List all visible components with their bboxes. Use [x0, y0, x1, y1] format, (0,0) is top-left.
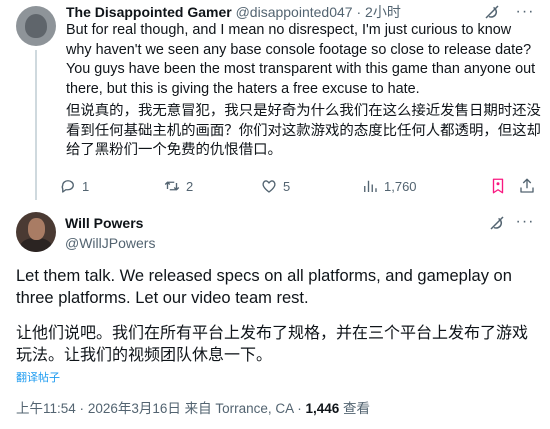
- author-name[interactable]: Will Powers: [65, 214, 143, 232]
- reply-count: 1: [82, 178, 90, 194]
- views-count: 1,446: [305, 401, 340, 416]
- heart-icon: [262, 180, 276, 193]
- tweet-source: 来自 Torrance, CA: [184, 401, 294, 416]
- translate-post-link[interactable]: 翻译帖子: [16, 371, 60, 385]
- tweet-date[interactable]: 2026年3月16日: [88, 401, 181, 416]
- author-handle[interactable]: @disappointed047: [236, 4, 353, 20]
- like-count: 5: [283, 178, 291, 194]
- tweet-text: Let them talk. We released specs on all …: [16, 267, 512, 307]
- reply-button[interactable]: 1: [59, 176, 89, 196]
- reply-icon: [61, 180, 74, 193]
- grok-icon[interactable]: [488, 214, 506, 232]
- share-icon: [520, 178, 534, 193]
- avatar[interactable]: [16, 212, 56, 252]
- bookmark-button[interactable]: [489, 176, 507, 196]
- like-button[interactable]: 5: [260, 176, 290, 196]
- reply-actions: 1 2 5 1,760: [59, 176, 539, 196]
- separator: ·: [356, 4, 362, 20]
- reply-translation: 但说真的，我无意冒犯，我只是好奇为什么我们在这么接近发售日期时还没看到任何基础主…: [66, 103, 541, 158]
- repost-button[interactable]: 2: [163, 176, 193, 196]
- author-name[interactable]: The Disappointed Gamer: [66, 4, 232, 20]
- tweet-time[interactable]: 上午11:54: [16, 401, 76, 416]
- separator: ·: [297, 401, 302, 416]
- views-button[interactable]: 1,760: [361, 176, 417, 196]
- bookmark-icon: [492, 178, 504, 194]
- views-count: 1,760: [384, 178, 417, 194]
- thread-line: [35, 50, 37, 200]
- repost-count: 2: [186, 178, 194, 194]
- tweet-translation: 让他们说吧。我们在所有平台上发布了规格，并在三个平台上发布了游戏玩法。让我们的视…: [16, 325, 529, 364]
- analytics-icon: [364, 180, 377, 192]
- tweet-thread: The Disappointed Gamer @disappointed047 …: [0, 0, 550, 429]
- reply-text: But for real though, and I mean no disre…: [66, 22, 536, 97]
- grok-icon[interactable]: [483, 3, 501, 21]
- timestamp[interactable]: 2小时: [365, 4, 401, 20]
- share-button[interactable]: [518, 176, 536, 196]
- tweet-meta: 上午11:54 · 2026年3月16日 来自 Torrance, CA · 1…: [16, 400, 370, 418]
- reply-header: The Disappointed Gamer @disappointed047 …: [66, 3, 401, 21]
- repost-icon: [164, 181, 180, 191]
- avatar[interactable]: [16, 6, 56, 46]
- author-handle[interactable]: @WillJPowers: [65, 234, 155, 252]
- separator: ·: [79, 401, 85, 416]
- more-icon[interactable]: ···: [513, 2, 537, 22]
- reply-tweet[interactable]: The Disappointed Gamer @disappointed047 …: [0, 0, 550, 203]
- more-icon[interactable]: ···: [513, 212, 537, 232]
- views-label: 查看: [343, 401, 371, 416]
